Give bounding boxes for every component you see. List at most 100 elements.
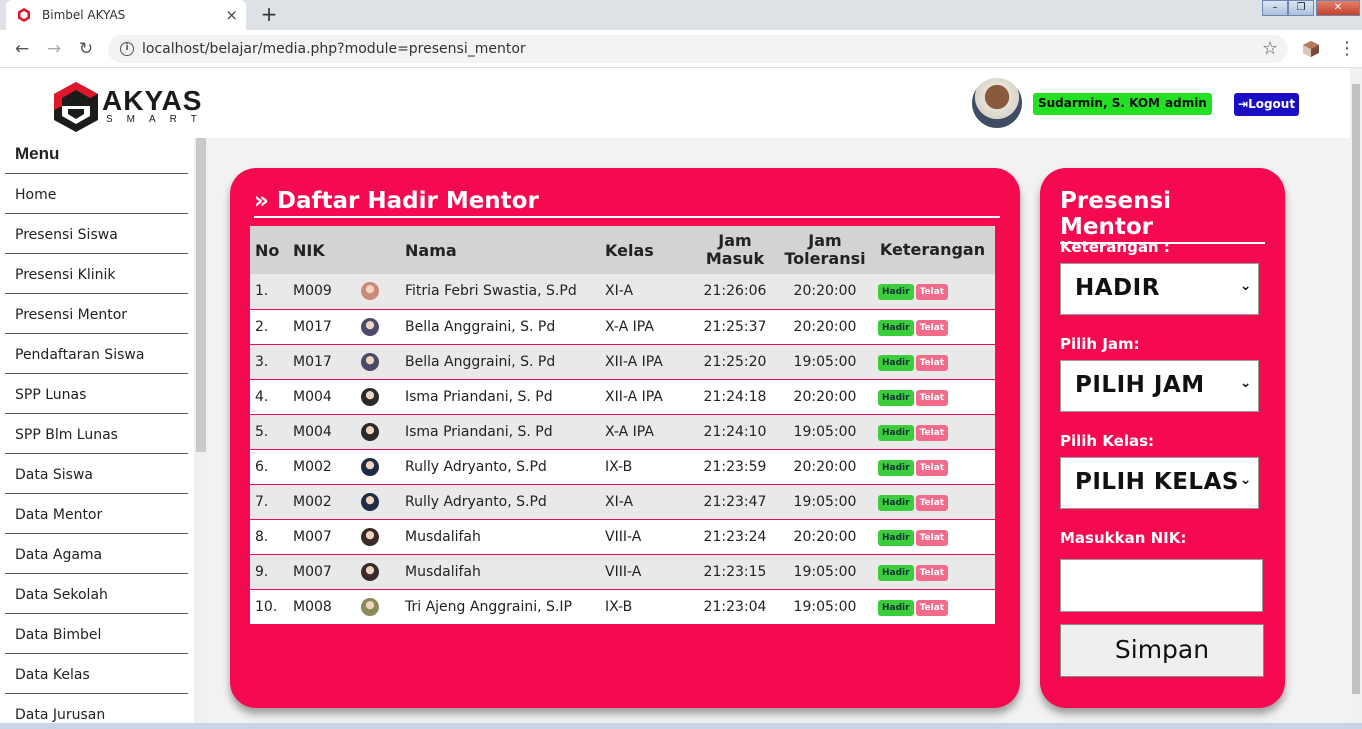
hadir-button[interactable]: Hadir xyxy=(878,389,914,406)
cell-keterangan: Hadir Telat xyxy=(870,414,995,449)
hadir-button[interactable]: Hadir xyxy=(878,354,914,371)
col-jam-masuk-line1: Jam xyxy=(718,231,752,250)
browser-menu-icon[interactable]: ⋮ xyxy=(1338,38,1356,59)
nik-input[interactable] xyxy=(1060,559,1263,612)
telat-button[interactable]: Telat xyxy=(915,424,949,441)
address-bar[interactable]: i localhost/belajar/media.php?module=pre… xyxy=(108,35,1288,63)
col-jam-masuk: Jam Masuk xyxy=(690,226,780,274)
sidebar-item-data-agama[interactable]: Data Agama xyxy=(5,533,188,573)
cell-keterangan: Hadir Telat xyxy=(870,379,995,414)
hadir-button[interactable]: Hadir xyxy=(878,529,914,546)
cell-kelas: VIII-A xyxy=(605,528,642,545)
new-tab-button[interactable]: + xyxy=(256,3,282,27)
cell-keterangan: Hadir Telat xyxy=(870,449,995,484)
mentor-photo xyxy=(361,282,379,301)
telat-button[interactable]: Telat xyxy=(915,494,949,511)
url-text: localhost/belajar/media.php?module=prese… xyxy=(142,41,526,57)
table-row: 5. M004 Isma Priandani, S. Pd X-A IPA 21:24:… xyxy=(250,414,995,449)
hadir-button[interactable]: Hadir xyxy=(878,459,914,476)
minimize-window-icon[interactable]: – xyxy=(1262,0,1288,16)
cell-jam-toleransi: 20:20:00 xyxy=(793,528,857,545)
sidebar-item-presensi-siswa[interactable]: Presensi Siswa xyxy=(5,213,188,253)
col-nama: Nama xyxy=(400,226,600,274)
hadir-button[interactable]: Hadir xyxy=(878,564,914,581)
page-scroll-thumb[interactable] xyxy=(1352,84,1360,694)
back-arrow-icon[interactable]: ← xyxy=(12,39,32,59)
sidebar-item-data-bimbel[interactable]: Data Bimbel xyxy=(5,613,188,653)
sidebar-item-data-siswa[interactable]: Data Siswa xyxy=(5,453,188,493)
kelas-label: Pilih Kelas: xyxy=(1060,432,1155,450)
telat-button[interactable]: Telat xyxy=(915,599,949,616)
col-nik: NIK xyxy=(288,226,356,274)
mentor-photo xyxy=(361,457,379,476)
cell-no: 6. xyxy=(255,458,269,475)
table-row: 9. M007 Musdalifah VIII-A 21:23:15 19:05:00 Ha… xyxy=(250,554,995,589)
sidebar-item-data-sekolah[interactable]: Data Sekolah xyxy=(5,573,188,613)
table-row: 6. M002 Rully Adryanto, S.Pd IX-B 21:23:59 20… xyxy=(250,449,995,484)
tab-close-icon[interactable]: × xyxy=(225,6,238,24)
hadir-button[interactable]: Hadir xyxy=(878,284,914,301)
sidebar-item-pendaftaran-siswa[interactable]: Pendaftaran Siswa xyxy=(5,333,188,373)
reload-icon[interactable]: ↻ xyxy=(76,39,96,59)
forward-arrow-icon[interactable]: → xyxy=(44,39,64,59)
cell-jam-toleransi: 19:05:00 xyxy=(793,423,857,440)
attendance-table: No NIK Nama Kelas Jam Masuk Jam Toleransi … xyxy=(250,226,995,625)
hadir-button[interactable]: Hadir xyxy=(878,494,914,511)
cell-kelas: IX-B xyxy=(605,598,633,615)
maximize-window-icon[interactable]: ❐ xyxy=(1288,0,1314,16)
hadir-button[interactable]: Hadir xyxy=(878,599,914,616)
extension-icon[interactable] xyxy=(1302,40,1320,58)
cell-nama: Fitria Febri Swastia, S.Pd xyxy=(405,283,577,300)
cell-kelas: XI-A xyxy=(605,283,634,300)
keterangan-select[interactable]: HADIR ⌄ xyxy=(1060,263,1259,315)
sidebar-scroll-thumb[interactable] xyxy=(196,138,206,452)
simpan-button[interactable]: Simpan xyxy=(1060,624,1264,677)
cell-jam-masuk: 21:23:15 xyxy=(703,563,767,580)
table-row: 3. M017 Bella Anggraini, S. Pd XII-A IPA 21:… xyxy=(250,344,995,379)
telat-button[interactable]: Telat xyxy=(915,564,949,581)
telat-button[interactable]: Telat xyxy=(915,529,949,546)
page: AKYAS SMART Sudarmin, S. KOM admin ⇥Logo… xyxy=(0,68,1350,729)
table-row: 8. M007 Musdalifah VIII-A 21:23:24 20:20:00 Ha… xyxy=(250,519,995,554)
telat-button[interactable]: Telat xyxy=(915,284,949,301)
menu-title: Menu xyxy=(15,144,60,163)
sidebar-scrollbar[interactable] xyxy=(194,138,208,729)
browser-tab[interactable]: Bimbel AKYAS × xyxy=(6,0,246,30)
sidebar-item-home[interactable]: Home xyxy=(5,173,188,213)
mentor-photo xyxy=(361,527,379,546)
sidebar-item-data-mentor[interactable]: Data Mentor xyxy=(5,493,188,533)
cell-jam-masuk: 21:25:37 xyxy=(703,318,767,335)
telat-button[interactable]: Telat xyxy=(915,354,949,371)
close-window-icon[interactable]: ✕ xyxy=(1316,0,1360,16)
telat-button[interactable]: Telat xyxy=(915,459,949,476)
col-no: No xyxy=(250,226,288,274)
sidebar-item-spp-lunas[interactable]: SPP Lunas xyxy=(5,373,188,413)
page-scrollbar[interactable] xyxy=(1350,68,1362,729)
keterangan-select-value: HADIR xyxy=(1075,275,1160,301)
hadir-button[interactable]: Hadir xyxy=(878,424,914,441)
cell-jam-toleransi: 20:20:00 xyxy=(793,388,857,405)
sidebar-item-presensi-klinik[interactable]: Presensi Klinik xyxy=(5,253,188,293)
site-info-icon[interactable]: i xyxy=(120,42,134,56)
hadir-button[interactable]: Hadir xyxy=(878,319,914,336)
os-taskbar xyxy=(0,723,1362,729)
cell-photo xyxy=(356,344,400,379)
sidebar-item-spp-blm-lunas[interactable]: SPP Blm Lunas xyxy=(5,413,188,453)
telat-button[interactable]: Telat xyxy=(915,389,949,406)
cell-no: 5. xyxy=(255,423,269,440)
cell-photo xyxy=(356,589,400,624)
logout-button[interactable]: ⇥Logout xyxy=(1234,93,1300,116)
sidebar-item-data-kelas[interactable]: Data Kelas xyxy=(5,653,188,693)
telat-button[interactable]: Telat xyxy=(915,319,949,336)
cell-no: 4. xyxy=(255,388,269,405)
cell-nik: M004 xyxy=(293,388,332,405)
cell-kelas: IX-B xyxy=(605,458,633,475)
jam-select[interactable]: PILIH JAM ⌄ xyxy=(1060,360,1259,412)
akyas-logo[interactable]: AKYAS SMART xyxy=(52,80,211,134)
cell-nik: M007 xyxy=(293,528,332,545)
kelas-select[interactable]: PILIH KELAS ⌄ xyxy=(1060,457,1259,509)
sidebar-item-presensi-mentor[interactable]: Presensi Mentor xyxy=(5,293,188,333)
mentor-photo xyxy=(361,387,379,406)
cell-no: 7. xyxy=(255,493,269,510)
bookmark-star-icon[interactable]: ☆ xyxy=(1262,38,1278,59)
